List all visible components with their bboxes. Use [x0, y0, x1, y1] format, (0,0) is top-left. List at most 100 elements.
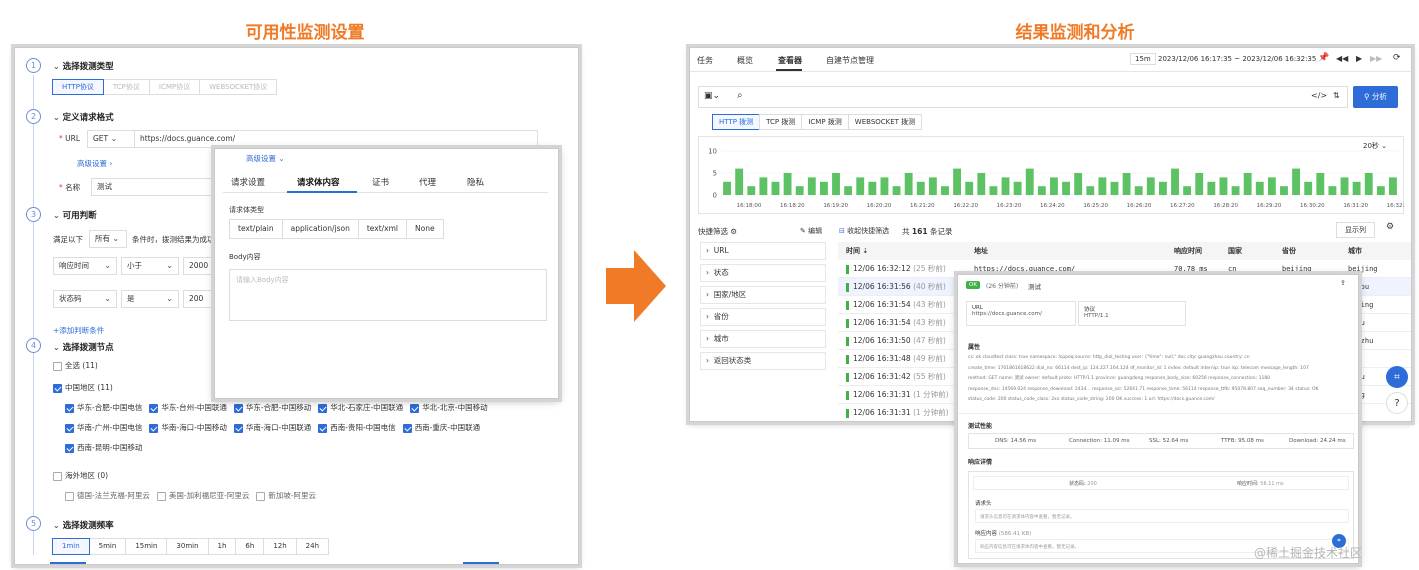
tab-certificate[interactable]: 证书: [372, 176, 389, 188]
freq-24h[interactable]: 24h: [295, 538, 329, 555]
collapse-filter-link[interactable]: ⊟ 收起快捷筛选: [839, 226, 889, 236]
node-checkbox[interactable]: 西南-昆明-中国移动: [65, 442, 142, 453]
type-websocket[interactable]: WEBSOCKET协议: [199, 79, 278, 95]
bar[interactable]: [832, 173, 840, 195]
filter-icon[interactable]: ⇅: [1333, 91, 1340, 100]
bar[interactable]: [1134, 186, 1143, 195]
nav-tasks[interactable]: 任务: [697, 55, 713, 66]
method-select[interactable]: GET ⌄: [87, 130, 135, 148]
bar[interactable]: [1086, 186, 1095, 195]
rewind-icon[interactable]: ◀◀: [1336, 54, 1348, 63]
bar[interactable]: [856, 177, 865, 195]
gear-icon[interactable]: ⚙: [730, 227, 737, 236]
bar[interactable]: [1255, 181, 1264, 195]
filter-item[interactable]: › 返回状态类: [700, 352, 826, 370]
bar[interactable]: [868, 181, 877, 195]
node-checkbox[interactable]: 华东-合肥-中国电信: [65, 402, 142, 413]
advanced-popup-header[interactable]: 高级设置 ⌄: [246, 153, 285, 164]
bar[interactable]: [892, 186, 901, 195]
bar[interactable]: [965, 181, 974, 195]
time-range[interactable]: 2023/12/06 16:17:35 ~ 2023/12/06 16:32:3…: [1158, 55, 1316, 63]
bar[interactable]: [771, 181, 780, 195]
bar[interactable]: [1364, 173, 1373, 195]
advanced-settings-link[interactable]: 高级设置 ›: [77, 158, 112, 169]
refresh-icon[interactable]: ⟳: [1393, 53, 1401, 63]
bar[interactable]: [880, 177, 889, 195]
bar[interactable]: [1158, 181, 1167, 195]
body-type-text-plain[interactable]: text/plain: [229, 219, 283, 239]
edit-filter-link[interactable]: ✎ 编辑: [800, 226, 822, 236]
col-time[interactable]: 时间 ⇣: [846, 242, 868, 260]
body-type-xml[interactable]: text/xml: [357, 219, 408, 239]
bar[interactable]: [1219, 177, 1228, 195]
bar[interactable]: [759, 177, 768, 195]
bar[interactable]: [1231, 186, 1240, 195]
source-select-icon[interactable]: ▣⌄: [704, 91, 720, 101]
pin-icon[interactable]: 📌: [1318, 53, 1329, 63]
proto-tab-icmp[interactable]: ICMP 拨测: [801, 114, 849, 130]
bar[interactable]: [747, 186, 756, 195]
proto-tab-http[interactable]: HTTP 拨测: [712, 114, 761, 130]
node-checkbox[interactable]: 华南-海口-中国移动: [149, 422, 227, 433]
bar[interactable]: [977, 173, 986, 195]
tab-proxy[interactable]: 代理: [419, 176, 436, 188]
select-all-checkbox[interactable]: 全选 (11): [53, 360, 98, 371]
bar[interactable]: [1243, 173, 1252, 195]
primary-button-edge[interactable]: [50, 562, 86, 564]
bar[interactable]: [844, 186, 853, 195]
node-checkbox[interactable]: 华北-石家庄-中国联通: [318, 402, 403, 413]
filter-item[interactable]: › URL: [700, 242, 826, 260]
bar[interactable]: [1074, 173, 1083, 195]
time-span-chip[interactable]: 15m: [1130, 53, 1156, 65]
bar[interactable]: [1316, 173, 1325, 195]
step-5-header[interactable]: ⌄ 选择拨测频率: [53, 519, 114, 531]
proto-tab-websocket[interactable]: WEBSOCKET 拨测: [847, 114, 923, 130]
step-2-header[interactable]: ⌄ 定义请求格式: [53, 111, 114, 123]
add-condition-link[interactable]: +添加判断条件: [53, 325, 104, 336]
freq-30min[interactable]: 30min: [166, 538, 209, 555]
freq-1min[interactable]: 1min: [52, 538, 90, 555]
help-icon[interactable]: ?: [1386, 392, 1408, 414]
bar[interactable]: [1062, 181, 1070, 195]
step-1-header[interactable]: ⌄ 选择拨测类型: [53, 60, 114, 72]
bar[interactable]: [1037, 186, 1046, 195]
bar[interactable]: [953, 168, 962, 195]
play-icon[interactable]: ▶: [1356, 54, 1362, 63]
tab-privacy[interactable]: 隐私: [467, 176, 484, 188]
node-checkbox[interactable]: 西南-贵阳-中国电信: [318, 422, 396, 433]
bar[interactable]: [1389, 177, 1397, 195]
bar[interactable]: [1050, 177, 1058, 195]
freq-15min[interactable]: 15min: [125, 538, 168, 555]
nav-explorer[interactable]: 查看器: [778, 55, 802, 66]
step-4-header[interactable]: ⌄ 选择拨测节点: [53, 341, 114, 353]
forward-icon[interactable]: ▶▶: [1370, 54, 1382, 63]
type-tcp[interactable]: TCP协议: [102, 79, 150, 95]
tab-request-settings[interactable]: 请求设置: [231, 176, 265, 188]
primary-button-edge[interactable]: [463, 562, 499, 564]
bar[interactable]: [1352, 181, 1361, 195]
type-http[interactable]: HTTP协议: [52, 79, 104, 95]
cond1-field[interactable]: 响应时间 ⌄: [53, 257, 117, 275]
search-bar[interactable]: ▣⌄ ⌕ </> ⇅: [698, 86, 1348, 108]
bar[interactable]: [783, 173, 792, 195]
bar[interactable]: [1328, 186, 1337, 195]
bar[interactable]: [989, 186, 998, 195]
bar[interactable]: [928, 177, 937, 195]
cond-all-select[interactable]: 所有 ⌄: [89, 230, 127, 248]
bar[interactable]: [795, 186, 804, 195]
bar[interactable]: [1340, 177, 1349, 195]
analyze-button[interactable]: ⚲ 分析: [1353, 86, 1398, 108]
bar[interactable]: [1146, 177, 1155, 195]
bar[interactable]: [1280, 186, 1288, 195]
scan-icon[interactable]: ⌗: [1386, 366, 1408, 388]
bar[interactable]: [1376, 186, 1385, 195]
node-checkbox[interactable]: 西南-重庆-中国联通: [402, 422, 480, 433]
freq-12h[interactable]: 12h: [263, 538, 297, 555]
filter-item[interactable]: › 省份: [700, 308, 826, 326]
bar[interactable]: [1025, 168, 1034, 195]
china-checkbox[interactable]: 中国地区 (11): [53, 382, 113, 393]
bar[interactable]: [941, 186, 949, 195]
node-checkbox[interactable]: 新加坡-阿里云: [256, 490, 316, 501]
url-input[interactable]: https://docs.guance.com/: [134, 130, 538, 148]
share-icon[interactable]: ⇪: [1340, 279, 1346, 287]
